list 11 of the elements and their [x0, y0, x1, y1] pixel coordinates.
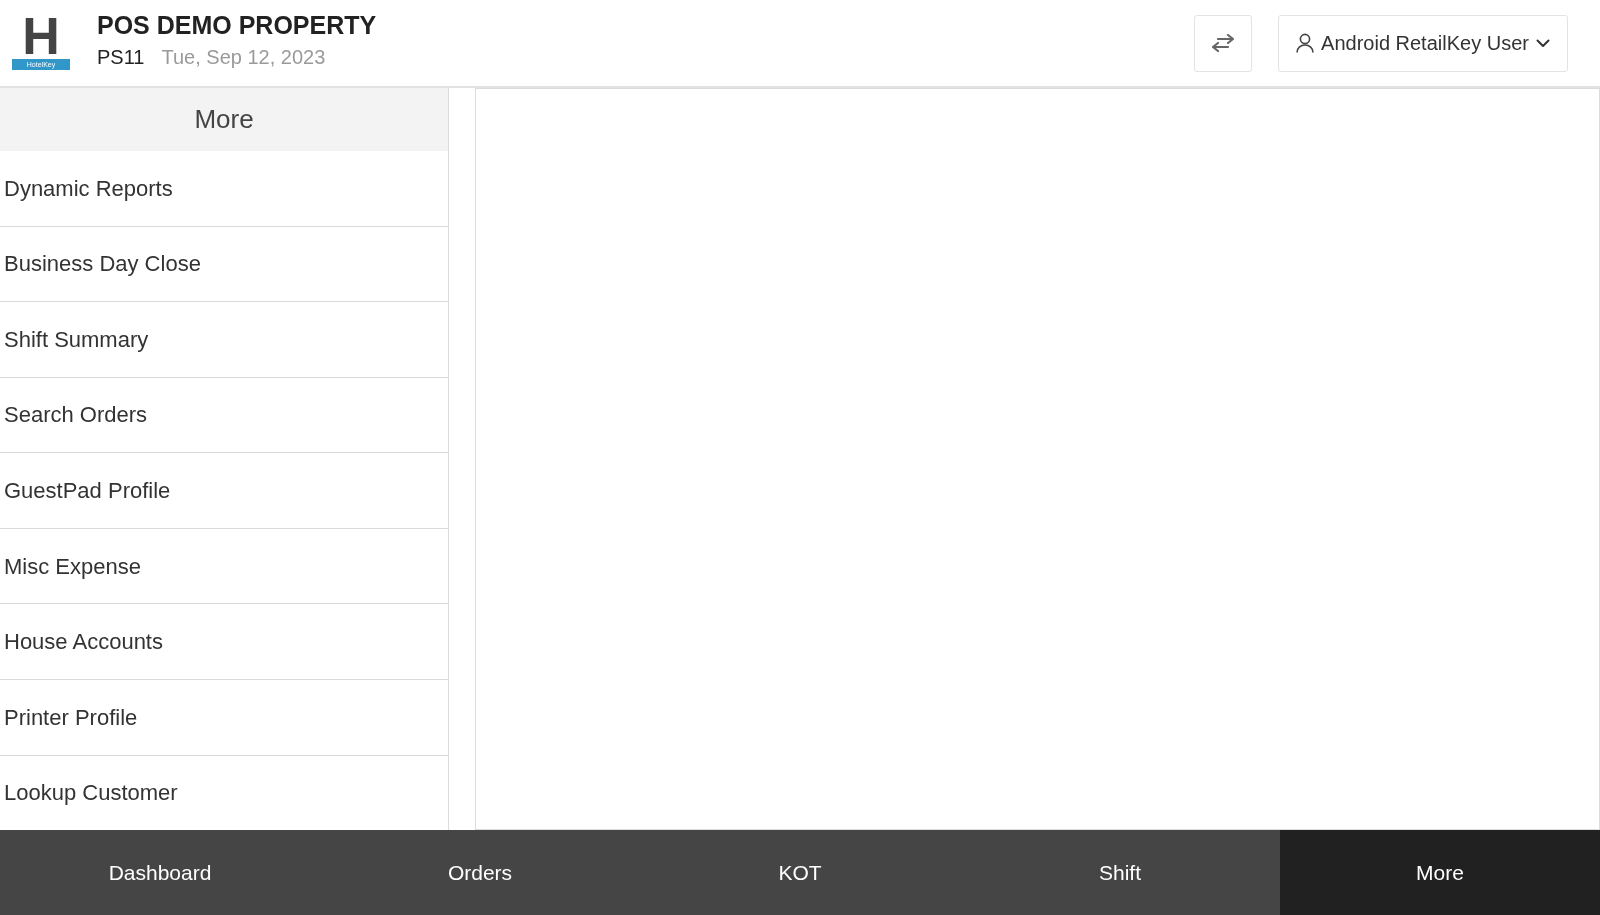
user-icon: [1296, 33, 1315, 53]
property-name: POS DEMO PROPERTY: [97, 10, 377, 40]
station-code: PS11: [97, 45, 145, 70]
nav-tab[interactable]: More: [1280, 830, 1600, 915]
logo-letter: H: [22, 16, 60, 56]
sidebar-title: More: [0, 88, 448, 151]
swap-arrows-icon: [1211, 34, 1235, 52]
user-menu-button[interactable]: Android RetailKey User: [1278, 14, 1568, 72]
swap-button[interactable]: [1194, 14, 1252, 72]
chevron-down-icon: [1535, 38, 1550, 48]
business-date: Tue, Sep 12, 2023: [161, 45, 326, 70]
